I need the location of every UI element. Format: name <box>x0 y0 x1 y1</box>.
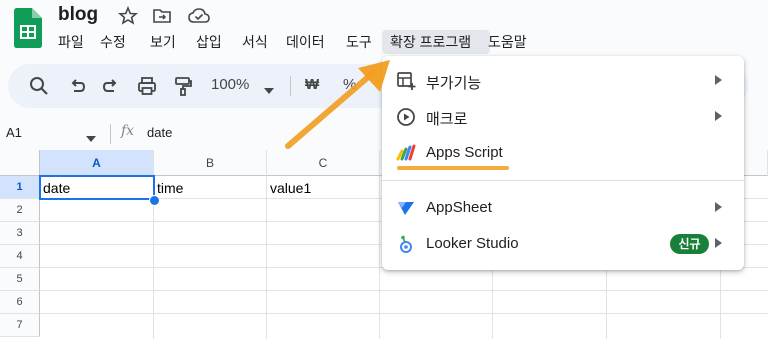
menu-item-appsheet[interactable]: AppSheet <box>382 190 744 226</box>
row-header-1[interactable]: 1 <box>0 176 40 199</box>
menu-extensions[interactable]: 확장 프로그램 <box>382 30 490 54</box>
menu-item-add-ons[interactable]: 부가기능 <box>382 63 744 99</box>
star-icon[interactable] <box>117 5 139 26</box>
print-icon[interactable] <box>136 75 158 97</box>
menu-tools[interactable]: 도구 <box>338 30 380 54</box>
zoom-dropdown-icon[interactable] <box>264 82 274 94</box>
menu-item-label: Apps Script <box>426 144 503 161</box>
menu-item-label: AppSheet <box>426 199 492 216</box>
search-icon[interactable] <box>28 75 50 97</box>
row-header-6[interactable]: 6 <box>0 291 40 314</box>
submenu-arrow-icon <box>715 238 722 248</box>
grid-line <box>379 176 380 339</box>
menu-item-label: Looker Studio <box>426 235 519 252</box>
cell-b1[interactable]: time <box>157 180 183 196</box>
undo-icon[interactable] <box>66 75 88 97</box>
new-badge: 신규 <box>670 234 709 254</box>
move-to-folder-icon[interactable] <box>152 6 172 26</box>
menu-file[interactable]: 파일 <box>50 30 92 54</box>
formula-input[interactable]: date <box>147 125 172 140</box>
row-header-3[interactable]: 3 <box>0 222 40 245</box>
name-box[interactable]: A1 <box>6 125 22 140</box>
menu-insert[interactable]: 삽입 <box>188 30 230 54</box>
cell-selection-outline <box>39 175 155 200</box>
grid-line <box>40 290 768 291</box>
menu-item-label: 매크로 <box>426 111 468 128</box>
looker-studio-icon <box>396 234 416 254</box>
menu-edit[interactable]: 수정 <box>92 30 134 54</box>
submenu-arrow-icon <box>715 75 722 85</box>
menu-format[interactable]: 서식 <box>234 30 276 54</box>
column-header-a[interactable]: A <box>40 150 154 176</box>
fx-icon: fx <box>121 123 135 139</box>
name-box-dropdown-icon[interactable] <box>86 130 96 148</box>
cloud-saved-icon[interactable] <box>188 6 210 26</box>
grid-line <box>266 176 267 339</box>
grid-line <box>40 313 768 314</box>
column-header-b[interactable]: B <box>154 150 267 176</box>
cell-c1[interactable]: value1 <box>270 180 311 196</box>
submenu-arrow-icon <box>715 111 722 121</box>
menu-item-macros[interactable]: 매크로 <box>382 99 744 135</box>
highlight-underline <box>397 166 509 170</box>
menu-help[interactable]: 도움말 <box>480 30 535 54</box>
row-header-4[interactable]: 4 <box>0 245 40 268</box>
menu-item-label: 부가기능 <box>426 75 482 92</box>
row-header-5[interactable]: 5 <box>0 268 40 291</box>
menu-divider <box>382 180 744 181</box>
appsheet-icon <box>396 198 416 218</box>
menu-item-looker-studio[interactable]: Looker Studio 신규 <box>382 226 744 262</box>
redo-icon[interactable] <box>100 75 122 97</box>
extensions-menu: 부가기능 매크로 Apps Script AppSheet Looker Stu… <box>382 56 744 270</box>
menu-view[interactable]: 보기 <box>142 30 184 54</box>
row-header-7[interactable]: 7 <box>0 314 40 337</box>
select-all-corner[interactable] <box>0 150 40 176</box>
document-title[interactable]: blog <box>58 4 98 26</box>
submenu-arrow-icon <box>715 202 722 212</box>
menu-data[interactable]: 데이터 <box>278 30 333 54</box>
fill-handle[interactable] <box>149 195 160 206</box>
zoom-level[interactable]: 100% <box>211 76 249 93</box>
row-header-2[interactable]: 2 <box>0 199 40 222</box>
formula-divider <box>110 124 111 144</box>
annotation-arrow <box>280 58 400 154</box>
paint-format-icon[interactable] <box>172 75 194 97</box>
sheets-logo-icon[interactable] <box>12 8 42 48</box>
